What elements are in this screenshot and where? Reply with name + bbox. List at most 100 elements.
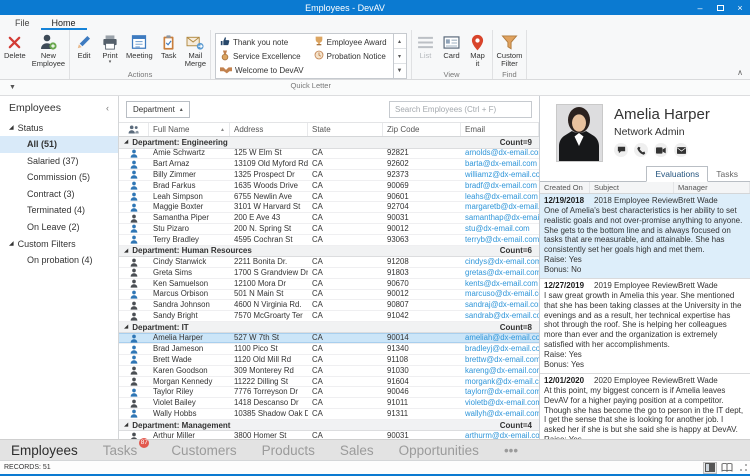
nav-item-opportunities[interactable]: Opportunities xyxy=(399,443,479,458)
cell-email-link[interactable]: brettw@dx-email.com xyxy=(461,355,539,365)
table-row[interactable]: Morgan Kennedy11222 Dilling StCA91604mor… xyxy=(119,377,539,388)
table-row[interactable]: Ken Samuelson12100 Mora DrCA90670kents@d… xyxy=(119,279,539,290)
tab-file[interactable]: File xyxy=(4,15,41,30)
cell-email-link[interactable]: sandraj@dx-email.com xyxy=(461,300,539,310)
cell-email-link[interactable]: kareng@dx-email.com xyxy=(461,366,539,376)
group-row-department-engineering[interactable]: ◢Department: EngineeringCount=9 xyxy=(119,137,539,149)
sidebar-item-terminated-4[interactable]: Terminated (4) xyxy=(0,202,118,219)
evaluation-entry[interactable]: 12/19/20182018 Employee ReviewBrett Wade… xyxy=(540,194,750,279)
meeting-button[interactable]: Meeting xyxy=(123,31,156,69)
table-row[interactable]: Stu Pizaro200 N. Spring StCA90012stu@dx-… xyxy=(119,224,539,235)
ribbon-collapse-icon[interactable]: ∧ xyxy=(737,69,743,77)
group-row-department-it[interactable]: ◢Department: ITCount=8 xyxy=(119,322,539,334)
sidebar-item-on-leave-2[interactable]: On Leave (2) xyxy=(0,219,118,236)
table-row[interactable]: Amelia Harper527 W 7th StCA90014ameliah@… xyxy=(119,333,539,344)
table-row[interactable]: Brad Farkus1635 Woods DriveCA90069bradf@… xyxy=(119,181,539,192)
eval-column-subject[interactable]: Subject xyxy=(590,182,674,193)
cell-email-link[interactable]: terryb@dx-email.com xyxy=(461,235,539,245)
table-row[interactable]: Billy Zimmer1325 Prospect DrCA92373willi… xyxy=(119,170,539,181)
cell-email-link[interactable]: bradleyj@dx-email.com xyxy=(461,344,539,354)
nav-item-sales[interactable]: Sales xyxy=(340,443,374,458)
table-row[interactable]: Terry Bradley4595 Cochran StCA93063terry… xyxy=(119,235,539,246)
sidebar-item-all-51[interactable]: All (51) xyxy=(0,136,118,153)
sidebar-item-commission-5[interactable]: Commission (5) xyxy=(0,169,118,186)
column-header-state[interactable]: State xyxy=(308,123,383,136)
table-row[interactable]: Violet Bailey1418 Descanso DrCA91011viol… xyxy=(119,398,539,409)
cell-email-link[interactable]: cindys@dx-email.com xyxy=(461,257,539,267)
tab-home[interactable]: Home xyxy=(41,15,87,30)
speech-contact-button[interactable] xyxy=(614,143,628,157)
nav-item-tasks[interactable]: Tasks87 xyxy=(103,443,138,458)
table-row[interactable]: Maggie Boxter3101 W Harvard StCA92704mar… xyxy=(119,202,539,213)
table-row[interactable]: Leah Simpson6755 Newlin AveCA90601leahs@… xyxy=(119,192,539,203)
maximize-button[interactable] xyxy=(710,0,730,15)
table-row[interactable]: Wally Hobbs10385 Shadow Oak DrCA91311wal… xyxy=(119,409,539,420)
sidebar-collapse-icon[interactable]: ‹ xyxy=(106,103,109,113)
minimize-button[interactable]: – xyxy=(690,0,710,15)
eval-column-created-on[interactable]: Created On xyxy=(540,182,590,193)
tab-tasks[interactable]: Tasks xyxy=(708,167,746,181)
cell-email-link[interactable]: williamz@dx-email.com xyxy=(461,170,539,180)
table-row[interactable]: Cindy Stanwick2211 Bonita Dr.CA91208cind… xyxy=(119,257,539,268)
group-by-department-button[interactable]: Department ▴ xyxy=(126,101,190,118)
evaluation-entry[interactable]: 12/27/20192019 Employee ReviewBrett Wade… xyxy=(540,279,750,374)
cell-email-link[interactable]: marcuso@dx-email.com xyxy=(461,289,539,299)
search-input[interactable] xyxy=(389,101,532,118)
nav-overflow-button[interactable]: ••• xyxy=(504,443,518,458)
video-contact-button[interactable] xyxy=(654,143,668,157)
map-it-button[interactable]: Map it xyxy=(465,31,491,69)
phone-contact-button[interactable] xyxy=(634,143,648,157)
sidebar-item-on-probation-4[interactable]: On probation (4) xyxy=(0,252,118,269)
column-header-email[interactable]: Email xyxy=(461,123,539,136)
eval-column-manager[interactable]: Manager xyxy=(674,182,750,193)
cell-email-link[interactable]: ameliah@dx-email.com xyxy=(461,333,539,343)
cell-email-link[interactable]: sandrab@dx-email.com xyxy=(461,311,539,321)
column-header-full-name[interactable]: Full Name▲ xyxy=(149,123,230,136)
cell-email-link[interactable]: gretas@dx-email.com xyxy=(461,268,539,278)
close-button[interactable]: × xyxy=(730,0,750,15)
service-excellence-item[interactable]: Service Excellence xyxy=(216,49,310,63)
nav-item-customers[interactable]: Customers xyxy=(171,443,236,458)
filter-dropdown-icon[interactable]: ▼ xyxy=(9,84,16,91)
tree-section-status[interactable]: ◢Status xyxy=(0,119,118,136)
custom-filter-button[interactable]: Custom Filter xyxy=(494,31,526,69)
table-row[interactable]: Karen Goodson309 Monterey RdCA91030karen… xyxy=(119,366,539,377)
cell-email-link[interactable]: morgank@dx-email.com xyxy=(461,377,539,387)
mail-contact-button[interactable] xyxy=(674,143,688,157)
cell-email-link[interactable]: arthurm@dx-email.com xyxy=(461,431,539,439)
cell-email-link[interactable]: bradf@dx-email.com xyxy=(461,181,539,191)
sidebar-item-salaried-37[interactable]: Salaried (37) xyxy=(0,153,118,170)
cell-email-link[interactable]: wallyh@dx-email.com xyxy=(461,409,539,419)
group-row-department-management[interactable]: ◢Department: ManagementCount=4 xyxy=(119,420,539,432)
gallery-scroll-up-icon[interactable]: ▴ xyxy=(394,34,406,49)
tab-evaluations[interactable]: Evaluations xyxy=(646,166,708,182)
detail-view-toggle-icon[interactable] xyxy=(703,462,717,474)
nav-item-products[interactable]: Products xyxy=(262,443,315,458)
nav-item-employees[interactable]: Employees xyxy=(11,443,78,458)
evaluation-entry[interactable]: 12/01/20202020 Employee ReviewBrett Wade… xyxy=(540,374,750,439)
table-row[interactable]: Arthur Miller3800 Homer StCA90031arthurm… xyxy=(119,431,539,439)
table-row[interactable]: Brad Jameson1100 Pico StCA91340bradleyj@… xyxy=(119,344,539,355)
cell-email-link[interactable]: barta@dx-email.com xyxy=(461,159,539,169)
group-row-department-human-resources[interactable]: ◢Department: Human ResourcesCount=6 xyxy=(119,246,539,258)
reading-view-toggle-icon[interactable] xyxy=(720,462,734,474)
mail-merge-button[interactable]: Mail Merge xyxy=(182,31,209,69)
column-header-address[interactable]: Address xyxy=(230,123,308,136)
table-row[interactable]: Taylor Riley7776 Torreyson DrCA90046tayl… xyxy=(119,387,539,398)
table-row[interactable]: Samantha Piper200 E Ave 43CA90031samanth… xyxy=(119,213,539,224)
gallery-expand-icon[interactable]: ▼ xyxy=(394,64,406,78)
probation-notice-item[interactable]: Probation Notice xyxy=(310,49,393,63)
cell-email-link[interactable]: leahs@dx-email.com xyxy=(461,192,539,202)
table-row[interactable]: Greta Sims1700 S Grandview Dr.CA91803gre… xyxy=(119,268,539,279)
sidebar-item-contract-3[interactable]: Contract (3) xyxy=(0,186,118,203)
cell-email-link[interactable]: kents@dx-email.com xyxy=(461,279,539,289)
cell-email-link[interactable]: stu@dx-email.com xyxy=(461,224,539,234)
cell-email-link[interactable]: arnolds@dx-email.com xyxy=(461,148,539,158)
thank-you-note-item[interactable]: Thank you note xyxy=(216,35,310,49)
print-button[interactable]: Print▾ xyxy=(97,31,123,69)
employee-award-item[interactable]: Employee Award xyxy=(310,35,393,49)
column-header-icon[interactable] xyxy=(119,123,149,136)
table-row[interactable]: Marcus Orbison501 N Main StCA90012marcus… xyxy=(119,290,539,301)
table-row[interactable]: Amie Schwartz125 W Elm StCA92821arnolds@… xyxy=(119,149,539,160)
table-row[interactable]: Sandra Johnson4600 N Virginia Rd.CA90807… xyxy=(119,300,539,311)
